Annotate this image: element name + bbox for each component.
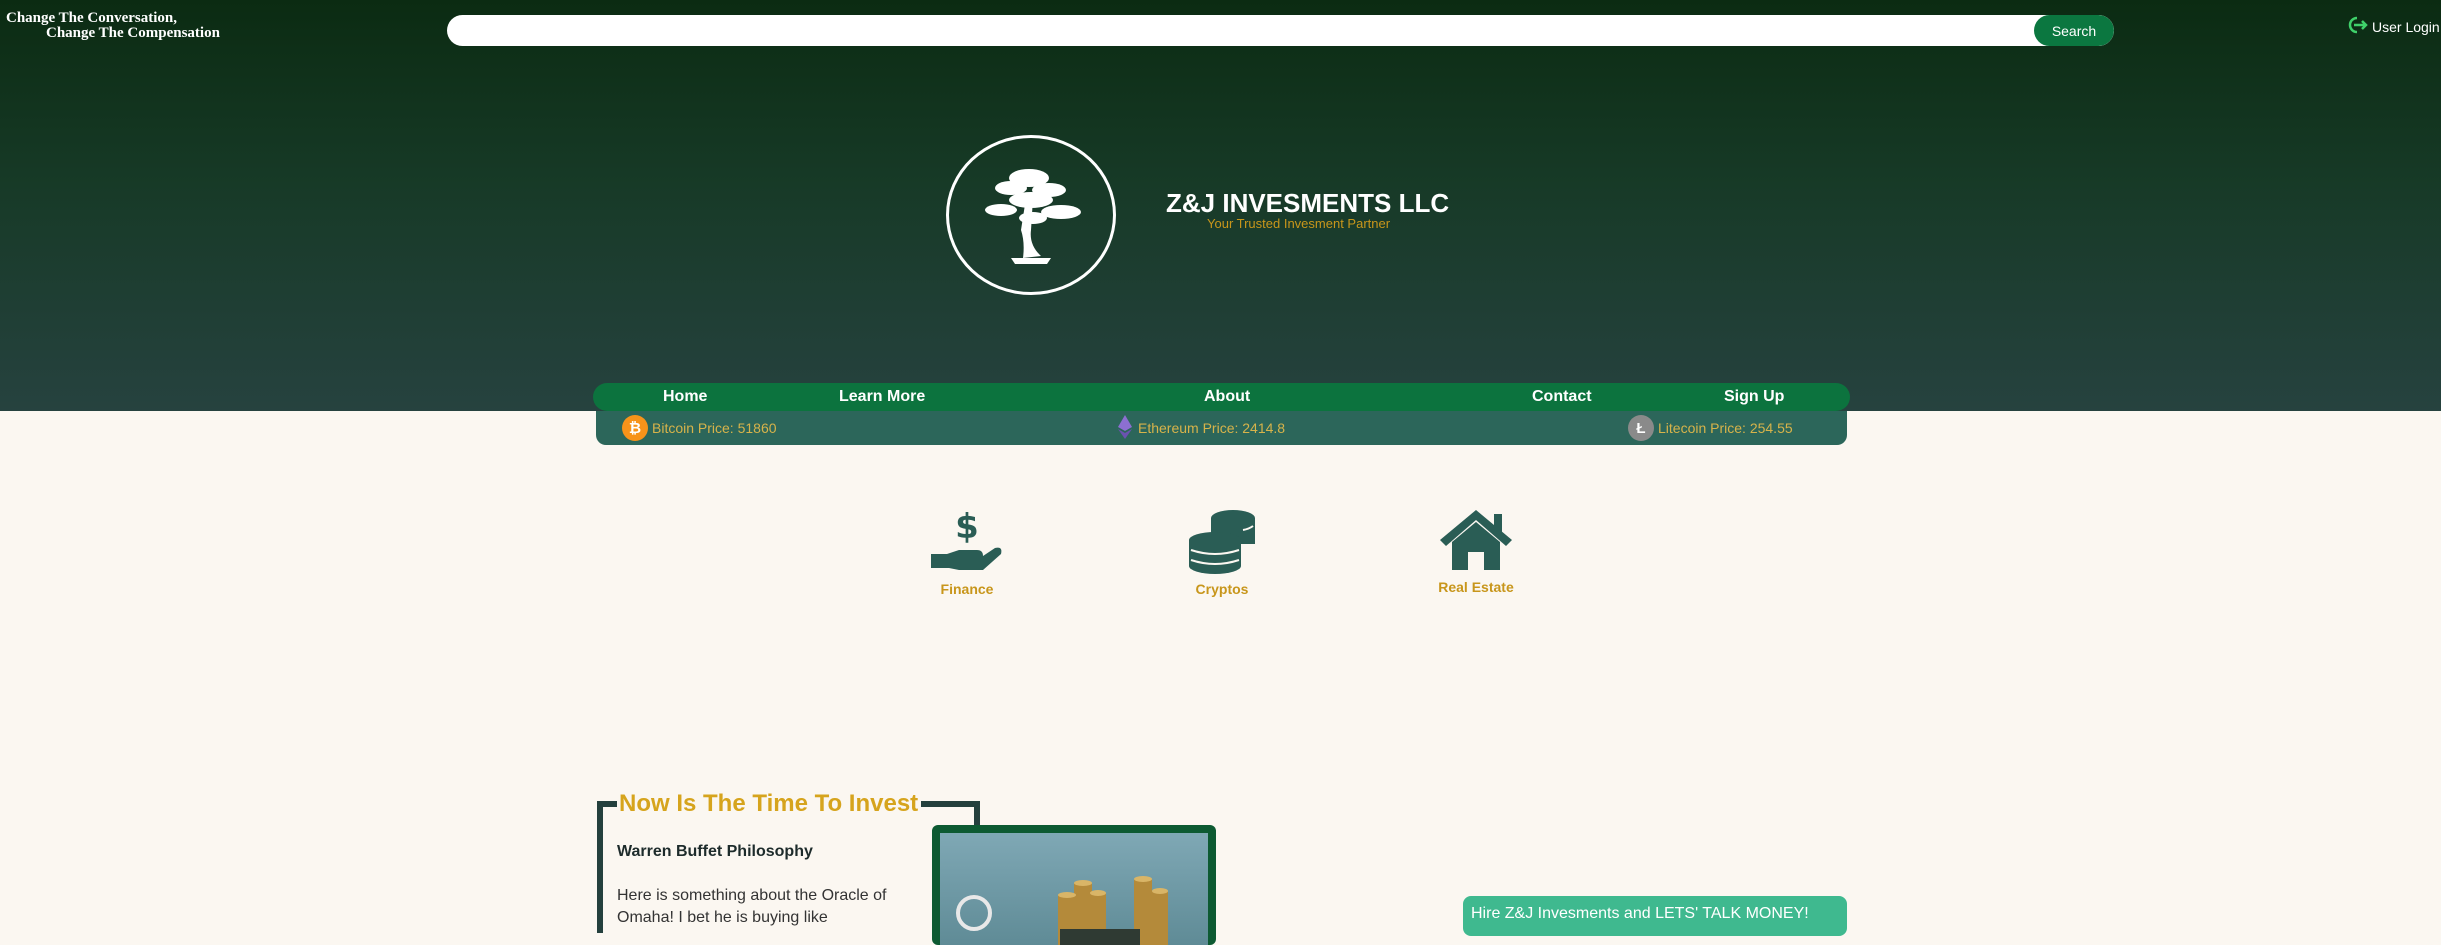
bitcoin-icon: ₿ (622, 415, 648, 441)
nav-home[interactable]: Home (663, 383, 707, 411)
bitcoin-price: Bitcoin Price: 51860 (652, 420, 777, 436)
search-bar: Search (447, 15, 2114, 46)
bitcoin-ticker: ₿ Bitcoin Price: 51860 (622, 411, 777, 445)
brand-title: Z&J INVESMENTS LLC (1166, 188, 1450, 218)
brand-logo (946, 135, 1116, 295)
section-frame (921, 801, 980, 807)
nav-learn-more[interactable]: Learn More (839, 383, 925, 411)
nav-sign-up[interactable]: Sign Up (1724, 383, 1784, 411)
coins-photo-image (940, 833, 1208, 945)
bonsai-tree-icon (985, 169, 1081, 264)
slogan-line-1: Change The Conversation, (6, 10, 177, 26)
user-login-link[interactable]: User Login (2348, 16, 2440, 37)
brand-subtitle: Your Trusted Invesment Partner (1207, 216, 1391, 231)
nav-about[interactable]: About (1204, 383, 1250, 411)
section-frame (974, 801, 980, 825)
hand-dollar-icon: $ (929, 507, 1005, 578)
section-body: Here is something about the Oracle of Om… (617, 887, 887, 926)
crypto-ticker: ₿ Bitcoin Price: 51860 Ethereum Price: 2… (596, 411, 1847, 445)
section-frame (597, 801, 603, 933)
ethereum-icon (1116, 414, 1134, 443)
svg-text:$: $ (955, 508, 979, 547)
section-title: Now Is The Time To Invest (619, 790, 919, 817)
section-subheading: Warren Buffet Philosophy (617, 843, 813, 860)
service-cryptos-label: Cryptos (1195, 581, 1249, 597)
slogan-line-2: Change The Compensation (46, 25, 220, 41)
litecoin-ticker: Ł Litecoin Price: 254.55 (1628, 411, 1793, 445)
ethereum-price: Ethereum Price: 2414.8 (1138, 420, 1286, 436)
coins-icon (1187, 510, 1257, 578)
coins-photo (932, 825, 1216, 945)
nav-contact[interactable]: Contact (1532, 383, 1592, 411)
litecoin-price: Litecoin Price: 254.55 (1658, 420, 1793, 436)
house-icon (1438, 510, 1514, 576)
service-real-estate-label: Real Estate (1438, 579, 1514, 595)
section-frame (597, 801, 617, 807)
hire-cta-button[interactable]: Hire Z&J Invesments and LETS' TALK MONEY… (1463, 896, 1847, 936)
search-button[interactable]: Search (2034, 15, 2114, 46)
user-login-label: User Login (2372, 18, 2440, 35)
login-icon (2348, 16, 2370, 37)
service-real-estate[interactable]: Real Estate (1431, 508, 1521, 595)
ethereum-ticker: Ethereum Price: 2414.8 (1116, 411, 1285, 445)
service-finance-label: Finance (940, 581, 994, 597)
litecoin-icon: Ł (1628, 415, 1654, 441)
service-cryptos[interactable]: Cryptos (1182, 508, 1262, 597)
search-input[interactable] (461, 15, 2025, 46)
main-nav: Home Learn More About Contact Sign Up (593, 383, 1850, 411)
site-slogan: Change The Conversation, Change The Comp… (6, 11, 220, 41)
service-finance[interactable]: $ Finance (925, 507, 1009, 597)
